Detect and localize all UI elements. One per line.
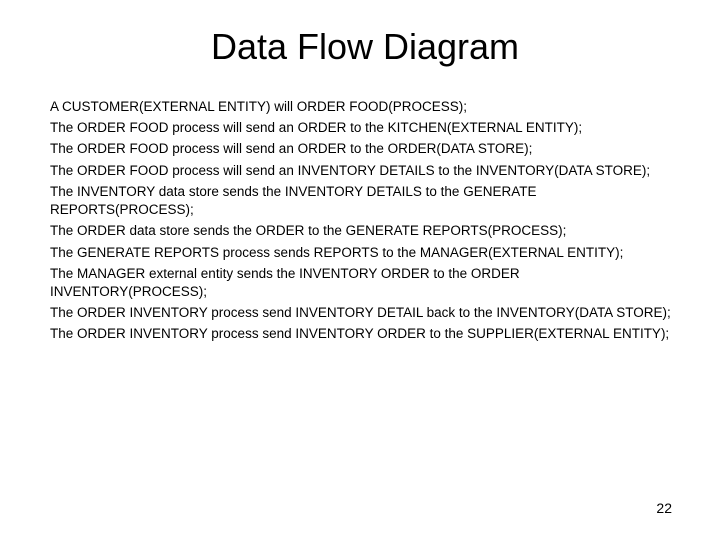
- content-line: The ORDER FOOD process will send an INVE…: [50, 162, 680, 180]
- content-line: A CUSTOMER(EXTERNAL ENTITY) will ORDER F…: [50, 98, 680, 116]
- content-line: The ORDER FOOD process will send an ORDE…: [50, 119, 680, 137]
- content-line: The INVENTORY data store sends the INVEN…: [50, 183, 680, 219]
- content-line: The ORDER data store sends the ORDER to …: [50, 222, 680, 240]
- content-body: A CUSTOMER(EXTERNAL ENTITY) will ORDER F…: [50, 98, 680, 344]
- content-line: The GENERATE REPORTS process sends REPOR…: [50, 244, 680, 262]
- content-line: The ORDER INVENTORY process send INVENTO…: [50, 304, 680, 322]
- content-line: The ORDER FOOD process will send an ORDE…: [50, 140, 680, 158]
- content-line: The ORDER INVENTORY process send INVENTO…: [50, 325, 680, 343]
- content-line: The MANAGER external entity sends the IN…: [50, 265, 680, 301]
- page-title: Data Flow Diagram: [50, 26, 680, 68]
- page-number: 22: [656, 500, 672, 516]
